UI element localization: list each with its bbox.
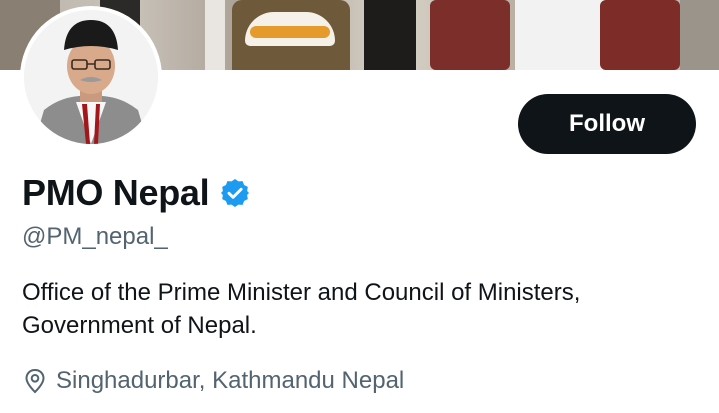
banner-scene-right (680, 0, 719, 70)
avatar-portrait-icon (24, 10, 158, 144)
profile-location: Singhadurbar, Kathmandu Nepal (24, 364, 404, 398)
profile-name: PMO Nepal (22, 172, 210, 213)
follow-button[interactable]: Follow (518, 94, 696, 154)
bio-line: Office of the Prime Minister and Council… (22, 279, 581, 306)
profile-name-row: PMO Nepal (22, 168, 251, 218)
banner-figure-center (364, 0, 416, 70)
banner-chair-right (430, 0, 510, 70)
profile-bio: Office of the Prime Minister and Council… (22, 276, 702, 342)
location-text: Singhadurbar, Kathmandu Nepal (56, 367, 405, 394)
banner-chair-far-right (600, 0, 680, 70)
banner-figure-white (515, 0, 605, 70)
profile-avatar[interactable] (20, 6, 162, 148)
avatar-photo (24, 10, 158, 144)
verified-badge-icon[interactable] (219, 177, 251, 209)
banner-marigold (250, 26, 330, 38)
bio-line: Government of Nepal. (22, 312, 257, 339)
banner-pillar (205, 0, 225, 70)
profile-handle: @PM_nepal_ (22, 223, 168, 250)
location-pin-icon (24, 368, 46, 394)
